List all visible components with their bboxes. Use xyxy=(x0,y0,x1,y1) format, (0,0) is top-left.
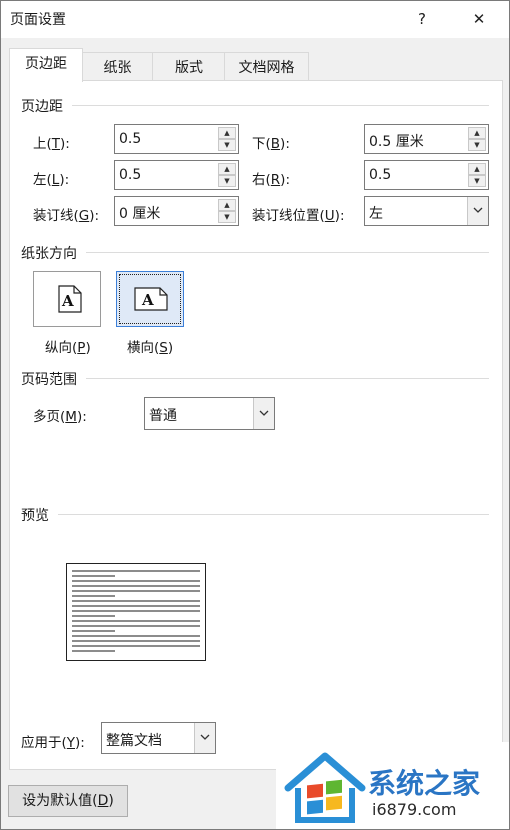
multiple-pages-select[interactable]: 普通 xyxy=(144,397,275,430)
section-orientation-title: 纸张方向 xyxy=(21,246,77,262)
landscape-label: 横向(S) xyxy=(127,340,174,356)
window-title: 页面设置 xyxy=(10,12,66,28)
left-margin-label: 左(L): xyxy=(33,172,70,188)
portrait-page-icon: A xyxy=(58,285,82,313)
section-preview-title: 预览 xyxy=(21,508,49,524)
section-divider xyxy=(72,105,489,106)
apply-to-select[interactable]: 整篇文档 xyxy=(101,722,216,754)
gutter-label: 装订线(G): xyxy=(33,208,100,224)
multiple-pages-label: 多页(M): xyxy=(33,409,87,425)
tab-paper[interactable]: 纸张 xyxy=(81,52,154,83)
svg-text:A: A xyxy=(141,291,154,309)
spin-down-icon[interactable]: ▼ xyxy=(468,175,486,187)
section-divider xyxy=(86,252,489,253)
title-bar: 页面设置 ? ✕ xyxy=(0,0,510,38)
gutter-position-select[interactable]: 左 xyxy=(364,196,489,226)
tab-margins[interactable]: 页边距 xyxy=(9,48,83,82)
bottom-margin-label: 下(B): xyxy=(252,136,290,152)
gutter-position-value: 左 xyxy=(369,206,383,222)
close-button[interactable]: ✕ xyxy=(464,4,494,34)
section-pages-title: 页码范围 xyxy=(21,372,77,388)
apply-to-label: 应用于(Y): xyxy=(21,735,85,751)
section-margins-title: 页边距 xyxy=(21,99,63,115)
svg-text:A: A xyxy=(61,292,74,310)
page-preview xyxy=(66,563,206,661)
spin-up-icon[interactable]: ▲ xyxy=(218,199,236,211)
house-logo-icon xyxy=(284,752,366,823)
chevron-down-icon[interactable] xyxy=(253,398,274,429)
landscape-button[interactable]: A xyxy=(116,271,184,327)
left-margin-spinner[interactable]: 0.5 ▲ ▼ xyxy=(114,160,239,190)
set-default-button[interactable]: 设为默认值(D) xyxy=(8,785,128,817)
gutter-spinner[interactable]: 0 厘米 ▲ ▼ xyxy=(114,196,239,226)
spin-down-icon[interactable]: ▼ xyxy=(218,175,236,187)
gutter-value[interactable]: 0 厘米 xyxy=(119,203,160,223)
spin-down-icon[interactable]: ▼ xyxy=(218,211,236,223)
tab-layout[interactable]: 版式 xyxy=(152,52,226,83)
chevron-down-icon[interactable] xyxy=(467,197,488,225)
right-margin-label: 右(R): xyxy=(252,172,290,188)
spin-up-icon[interactable]: ▲ xyxy=(468,163,486,175)
watermark-brand: 系统之家 xyxy=(368,767,481,800)
portrait-button[interactable]: A xyxy=(33,271,101,327)
bottom-margin-spinner[interactable]: 0.5 厘米 ▲ ▼ xyxy=(364,124,489,154)
preview-text-lines xyxy=(72,570,200,652)
chevron-down-icon[interactable] xyxy=(194,723,215,753)
spin-up-icon[interactable]: ▲ xyxy=(218,163,236,175)
help-button[interactable]: ? xyxy=(407,4,437,34)
spin-up-icon[interactable]: ▲ xyxy=(468,127,486,139)
bottom-margin-value[interactable]: 0.5 厘米 xyxy=(369,131,424,151)
right-margin-spinner[interactable]: 0.5 ▲ ▼ xyxy=(364,160,489,190)
multiple-pages-value: 普通 xyxy=(149,408,177,424)
landscape-page-icon: A xyxy=(134,287,168,311)
gutter-position-label: 装订线位置(U): xyxy=(252,208,345,224)
watermark-logo: 系统之家 i6879.com xyxy=(276,742,510,830)
section-divider xyxy=(86,378,489,379)
right-margin-value[interactable]: 0.5 xyxy=(369,167,391,183)
left-margin-value[interactable]: 0.5 xyxy=(119,167,141,183)
top-margin-label: 上(T): xyxy=(33,136,70,152)
section-divider xyxy=(58,514,489,515)
portrait-label: 纵向(P) xyxy=(45,340,91,356)
watermark-url: i6879.com xyxy=(372,800,457,819)
tab-doc-grid[interactable]: 文档网格 xyxy=(224,52,309,83)
top-margin-spinner[interactable]: 0.5 ▲ ▼ xyxy=(114,124,239,154)
spin-down-icon[interactable]: ▼ xyxy=(468,139,486,151)
spin-down-icon[interactable]: ▼ xyxy=(218,139,236,151)
spin-up-icon[interactable]: ▲ xyxy=(218,127,236,139)
top-margin-value[interactable]: 0.5 xyxy=(119,131,141,147)
apply-to-value: 整篇文档 xyxy=(106,733,162,749)
